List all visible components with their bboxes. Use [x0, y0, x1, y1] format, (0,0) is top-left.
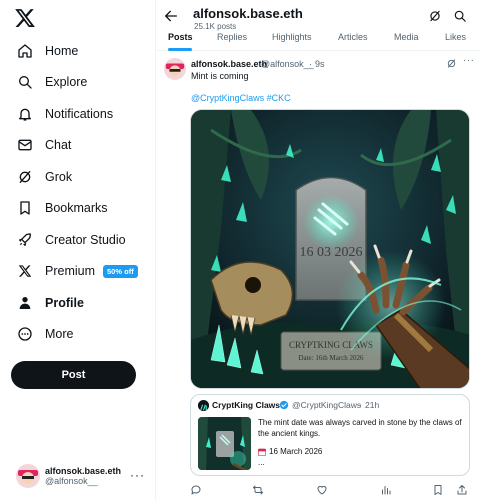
premium-discount-badge: 50% off [103, 264, 138, 278]
gravestone-date: 16 03 2026 [300, 245, 363, 260]
tweet-author-handle[interactable]: @alfonsok__ [261, 59, 314, 69]
person-icon [16, 294, 34, 312]
avatar[interactable] [198, 400, 209, 411]
account-switcher[interactable]: alfonsok.base.eth @alfonsok__ ··· [16, 462, 151, 490]
verified-badge-icon [279, 400, 289, 410]
bell-icon [16, 105, 34, 123]
more-icon[interactable]: ··· [130, 468, 145, 482]
nav-label: More [45, 327, 74, 342]
quoted-text: The mint date was always carved in stone… [258, 418, 462, 438]
search-icon[interactable] [453, 9, 467, 23]
nav-item-more[interactable]: More [0, 319, 156, 351]
profile-tabs: Posts Replies Highlights Articles Media … [157, 29, 481, 51]
profile-header: alfonsok.base.eth 25.1K posts Posts Repl… [157, 0, 481, 51]
separator: · [309, 59, 312, 69]
primary-nav: Home Explore Notifications Chat Grok Boo… [0, 35, 156, 350]
separator: · [359, 400, 362, 410]
views-icon[interactable] [380, 484, 392, 496]
share-icon[interactable] [456, 484, 468, 496]
tweet-author-name[interactable]: alfonsok.base.eth [191, 59, 267, 69]
grok-icon[interactable] [446, 58, 457, 69]
nav-label: Profile [45, 295, 84, 310]
calendar-icon [258, 448, 266, 456]
nav-item-premium[interactable]: Premium 50% off [0, 256, 156, 288]
active-tab-indicator [168, 48, 192, 51]
quoted-timestamp[interactable]: 21h [365, 400, 379, 410]
tab-articles[interactable]: Articles [338, 32, 368, 42]
nav-label: Chat [45, 138, 72, 153]
quoted-author-name[interactable]: CryptKing Claws [212, 400, 280, 410]
quoted-image[interactable] [198, 417, 251, 470]
quoted-date-line: 16 March 2026 [258, 447, 322, 456]
nav-item-home[interactable]: Home [0, 35, 156, 67]
tab-likes[interactable]: Likes [445, 32, 466, 42]
nav-item-chat[interactable]: Chat [0, 130, 156, 162]
page-title: alfonsok.base.eth [193, 6, 303, 21]
sidebar: Home Explore Notifications Chat Grok Boo… [0, 0, 156, 500]
nav-item-explore[interactable]: Explore [0, 67, 156, 99]
x-icon [16, 262, 34, 280]
rocket-icon [16, 231, 34, 249]
envelope-icon [16, 136, 34, 154]
main-column: alfonsok.base.eth 25.1K posts Posts Repl… [157, 0, 481, 500]
nav-label: Grok [45, 169, 73, 184]
tab-media[interactable]: Media [394, 32, 419, 42]
quoted-author-handle[interactable]: @CryptKingClaws [292, 400, 361, 410]
hashtag-link[interactable]: #CKC [267, 93, 291, 103]
avatar[interactable] [164, 58, 186, 80]
nav-label: Creator Studio [45, 232, 126, 247]
nav-item-profile[interactable]: Profile [0, 287, 156, 319]
plaque-date: Date: 16th March 2026 [298, 354, 364, 362]
grok-icon [16, 168, 34, 186]
nav-item-grok[interactable]: Grok [0, 161, 156, 193]
tweet-timestamp[interactable]: 9s [315, 59, 325, 69]
tweet-text: Mint is coming [191, 71, 249, 81]
nav-label: Notifications [45, 106, 114, 121]
x-logo-icon[interactable] [14, 7, 36, 29]
post-button[interactable]: Post [11, 361, 136, 389]
back-arrow-icon[interactable] [163, 8, 179, 24]
quoted-date: 16 March 2026 [269, 447, 323, 456]
mention-link[interactable]: @CryptKingClaws [191, 93, 264, 103]
nav-label: Explore [45, 75, 88, 90]
tweet-actions [190, 484, 470, 498]
tweet[interactable]: alfonsok.base.eth @alfonsok__ · 9s ··· M… [157, 52, 481, 500]
tweet-image[interactable]: 16 03 2026 CRYPTKING CLAWS Date: 16th Ma… [190, 109, 470, 389]
nav-item-bookmarks[interactable]: Bookmarks [0, 193, 156, 225]
like-icon[interactable] [316, 484, 328, 496]
nav-label: Bookmarks [45, 201, 108, 216]
tweet-links: @CryptKingClaws #CKC [191, 93, 291, 103]
reply-icon[interactable] [190, 484, 202, 496]
search-icon [16, 73, 34, 91]
grok-icon[interactable] [428, 9, 442, 23]
more-circle-icon [16, 325, 34, 343]
nav-item-creator-studio[interactable]: Creator Studio [0, 224, 156, 256]
account-name: alfonsok.base.eth [45, 466, 122, 476]
avatar [16, 464, 40, 488]
quoted-ellipsis: ... [258, 458, 265, 467]
account-handle: @alfonsok__ [45, 476, 98, 486]
home-icon [16, 42, 34, 60]
tab-highlights[interactable]: Highlights [272, 32, 312, 42]
repost-icon[interactable] [252, 484, 264, 496]
more-icon[interactable]: ··· [463, 55, 475, 66]
tab-posts[interactable]: Posts [168, 32, 193, 42]
quoted-tweet[interactable]: CryptKing Claws @CryptKingClaws · 21h Th… [190, 394, 470, 476]
nav-label: Home [45, 43, 79, 58]
bookmark-icon [16, 199, 34, 217]
bookmark-icon[interactable] [432, 484, 444, 496]
nav-label: Premium [45, 264, 96, 279]
nav-item-notifications[interactable]: Notifications [0, 98, 156, 130]
tab-replies[interactable]: Replies [217, 32, 247, 42]
